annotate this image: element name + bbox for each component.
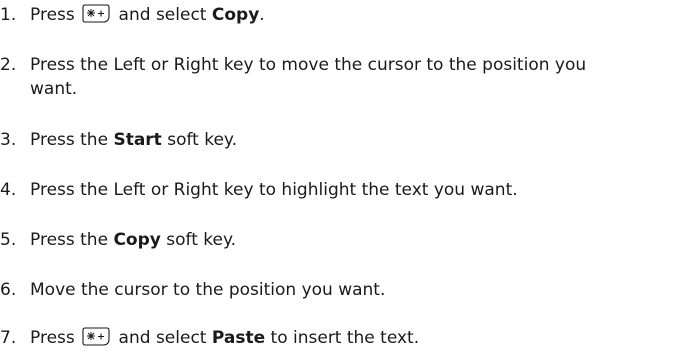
list-item: 5. Press the Copy soft key. xyxy=(0,228,673,252)
step-number: 7. xyxy=(0,328,17,348)
step-text: Press the Left or Right key to move the … xyxy=(30,55,587,99)
list-item: 4. Press the Left or Right key to highli… xyxy=(0,178,673,202)
step-number: 6. xyxy=(0,280,17,300)
step-number: 5. xyxy=(0,230,17,250)
list-item: 3. Press the Start soft key. xyxy=(0,128,673,152)
list-item: 1. Press and select Copy. xyxy=(0,3,673,27)
list-item: 7. Press and select Paste to insert the … xyxy=(0,326,673,350)
step-number: 3. xyxy=(0,130,17,150)
step-number: 4. xyxy=(0,180,17,200)
list-item: 6. Move the cursor to the position you w… xyxy=(0,278,673,302)
step-number: 2. xyxy=(0,55,17,75)
step-text: Press and select Copy. xyxy=(30,4,265,25)
step-text: Press the Start soft key. xyxy=(30,130,237,150)
star-plus-key-icon xyxy=(81,4,111,24)
step-text: Move the cursor to the position you want… xyxy=(30,280,386,300)
step-text: Press and select Paste to insert the tex… xyxy=(30,327,420,348)
star-plus-key-icon xyxy=(81,327,111,347)
step-number: 1. xyxy=(0,5,17,25)
step-text: Press the Left or Right key to highlight… xyxy=(30,180,518,200)
step-text: Press the Copy soft key. xyxy=(30,230,237,250)
list-item: 2. Press the Left or Right key to move t… xyxy=(0,53,673,101)
